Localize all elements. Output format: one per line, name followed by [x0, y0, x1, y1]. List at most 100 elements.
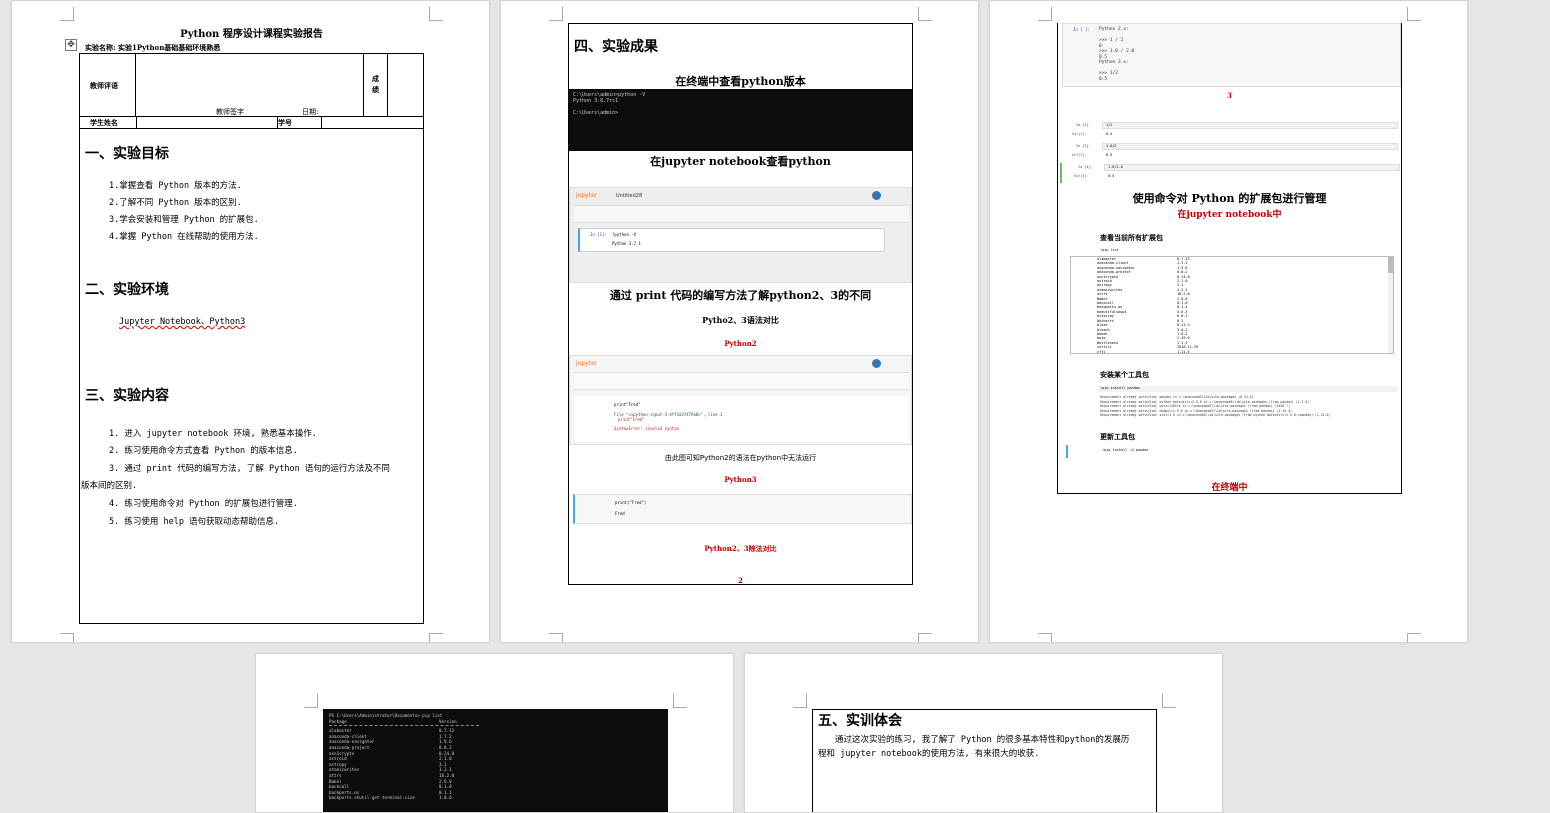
reflection-line: 通过这次实验的练习, 我了解了 Python 的很多基本特性和python的发展… [835, 735, 1130, 745]
label-python2: Python2 [724, 339, 757, 348]
error-line: SyntaxError: invalid syntax [614, 426, 680, 431]
reflection-line: 程和 jupyter notebook的使用方法, 有来很大的收获. [818, 749, 1040, 759]
student-name-label: 学生姓名 [90, 118, 118, 127]
goal-item: 3.学会安装和管理 Python 的扩展包. [109, 215, 259, 225]
crop-mark [429, 633, 443, 642]
goal-item: 2.了解不同 Python 版本的区别. [109, 198, 242, 208]
pip-install-screenshot: !pip install pandas Requirement already … [1066, 385, 1400, 425]
caption-py-division: Python2、3除法对比 [704, 544, 777, 553]
division-cells: In [2]: 1/2 Out[2]: 0.5 In [3]: 1.0/2 Ou… [1060, 121, 1400, 183]
crop-mark [1162, 694, 1176, 708]
caption-in-jupyter: 在jupyter notebook中 [1177, 210, 1282, 220]
crop-mark [918, 633, 932, 642]
jupyter-screenshot: jupyter Untitled28 In [1]: !python -V Py… [569, 187, 912, 283]
caption-in-terminal: 在终端中 [1211, 483, 1248, 493]
cell-code: !pip install -U pandas [1102, 448, 1149, 452]
scrollbar[interactable] [1388, 257, 1393, 353]
section3-title: 三、实验内容 [85, 388, 169, 404]
crop-mark [918, 7, 932, 21]
install-output: Requirement already satisfied: pandas in… [1100, 395, 1331, 417]
package-list: alabaster 0.7.12 anaconda-client 1.7.2 anaco… [1070, 256, 1394, 354]
crop-mark [60, 633, 74, 642]
cell-prompt: In [ ]: [1073, 27, 1090, 32]
document-page-1: Python 程序设计课程实验报告 ✥ 实验名称: 实验1Python基础基础环… [11, 0, 490, 643]
section2-title: 二、实验环境 [85, 282, 169, 298]
python-logo-icon [872, 191, 881, 200]
caption-manage-packages: 使用命令对 Python 的扩展包进行管理 [1132, 192, 1327, 205]
document-page-3: In [ ]: Python 2.x: >>> 1 / 20 >>> 1.0 /… [989, 0, 1468, 643]
cell-code: print("Fred") [615, 500, 647, 505]
notebook-cell[interactable]: print"Fred" File "<ipython-input-3-4ff3a… [574, 396, 909, 442]
caption-update: 更新工具包 [1100, 433, 1135, 441]
table-divider [136, 116, 137, 129]
score-label: 成绩 [372, 74, 379, 94]
crop-mark [793, 694, 807, 708]
table-move-handle-icon[interactable]: ✥ [65, 39, 77, 51]
report-table [79, 53, 424, 624]
pip-list-screenshot: !pip list alabaster 0.7.12 anaconda-client… [1066, 246, 1400, 356]
crop-mark [673, 694, 687, 708]
package-name: backports.shutil-get-terminal-size [329, 795, 415, 801]
section5-title: 五、实训体会 [818, 713, 902, 729]
content-item: 2. 练习使用命令方式查看 Python 的版本信息. [109, 446, 298, 456]
content-item: 5. 练习使用 help 语句获取动态帮助信息. [109, 517, 280, 527]
error-line: print"Fred" [618, 417, 645, 422]
label-python3: Python3 [724, 475, 757, 484]
cell-code: !pip install pandas [1100, 386, 1141, 390]
notebook-name: Untitled28 [616, 193, 643, 199]
python-logo-icon [872, 359, 881, 368]
document-page-5: 五、实训体会 通过这次实验的练习, 我了解了 Python 的很多基本特性和py… [744, 653, 1223, 813]
caption-terminal-version: 在终端中查看python版本 [675, 75, 806, 88]
experiment-name: 实验名称: 实验1Python基础基础环境熟悉 [85, 43, 221, 52]
notebook-cell[interactable]: In [3]: 1.0/2 Out[3]: 0.5 [1066, 142, 1400, 162]
crop-mark [429, 7, 443, 21]
caption-py2-fail: 由此图可知Python2的语法在python中无法运行 [664, 454, 817, 462]
division-code-screenshot: In [ ]: Python 2.x: >>> 1 / 20 >>> 1.0 /… [1062, 23, 1401, 87]
jupyter-python3-screenshot: print("Fred") Fred [573, 494, 912, 524]
terminal-package-row: backports.shutil-get-terminal-size 1.0.0 [329, 795, 529, 801]
page-number: 2 [738, 576, 743, 585]
jupyter-toolbar [574, 372, 909, 390]
table-divider [79, 128, 424, 129]
content-item: 3. 通过 print 代码的编写方法, 了解 Python 语句的运行方法及不… [109, 464, 390, 474]
crop-mark [1407, 633, 1421, 642]
figure-number: 3 [1227, 91, 1232, 100]
cell-prompt: In [1]: [590, 232, 607, 237]
student-id-label: 学号 [278, 118, 292, 127]
table-divider [321, 116, 322, 129]
crop-mark [1038, 633, 1052, 642]
section1-title: 一、实验目标 [85, 146, 169, 162]
caption-syntax-compare: Pytho2、3语法对比 [702, 315, 779, 325]
goal-item: 1.掌握查看 Python 版本的方法. [109, 181, 242, 191]
crop-mark [549, 633, 563, 642]
crop-mark [304, 694, 318, 708]
caption-jupyter-version: 在jupyter notebook查看python [650, 155, 831, 168]
notebook-cell[interactable]: In [2]: 1/2 Out[2]: 0.5 [1066, 121, 1400, 141]
notebook-cell[interactable]: In [1]: !python -V Python 3.7.1 [578, 228, 885, 252]
caption-install: 安装某个工具包 [1100, 371, 1149, 379]
section4-title: 四、实验成果 [574, 39, 658, 55]
cell-output: Python 3.7.1 [612, 241, 641, 246]
pip-update-screenshot: !pip install -U pandas [1066, 445, 1400, 458]
terminal-line: C:\Users\admin> [573, 110, 619, 116]
cell-code: print"Fred" [614, 402, 641, 407]
notebook-cell[interactable]: In [4]: 1.0/2.0 Out[4]: 0.5 [1060, 163, 1400, 183]
teacher-comment-label: 教师评语 [90, 81, 118, 90]
divider [329, 725, 479, 727]
environment-text: Jupyter Notebook、Python3 [119, 317, 246, 327]
content-item: 版本间的区别. [81, 481, 138, 491]
package-version: 1.11.5 [1177, 349, 1190, 354]
report-title: Python 程序设计课程实验报告 [180, 29, 323, 40]
document-page-4: PS C:\Users\Administrator\Documents> pip… [255, 653, 734, 813]
jupyter-toolbar [574, 205, 909, 223]
package-version: 1.0.0 [439, 795, 452, 801]
cell-code: !python -V [612, 232, 637, 237]
caption-print-diff: 通过 print 代码的编写方法了解python2、3的不同 [609, 289, 872, 302]
goal-item: 4.掌握 Python 在线帮助的使用方法. [109, 232, 259, 242]
caption-view-all: 查看当前所有扩展包 [1100, 234, 1163, 242]
content-item: 1. 进入 jupyter notebook 环境, 熟悉基本操作. [109, 429, 317, 439]
crop-mark [1407, 7, 1421, 21]
package-row: cffi 1.11.5 [1071, 349, 1393, 354]
crop-mark [60, 7, 74, 21]
table-divider [79, 116, 424, 117]
